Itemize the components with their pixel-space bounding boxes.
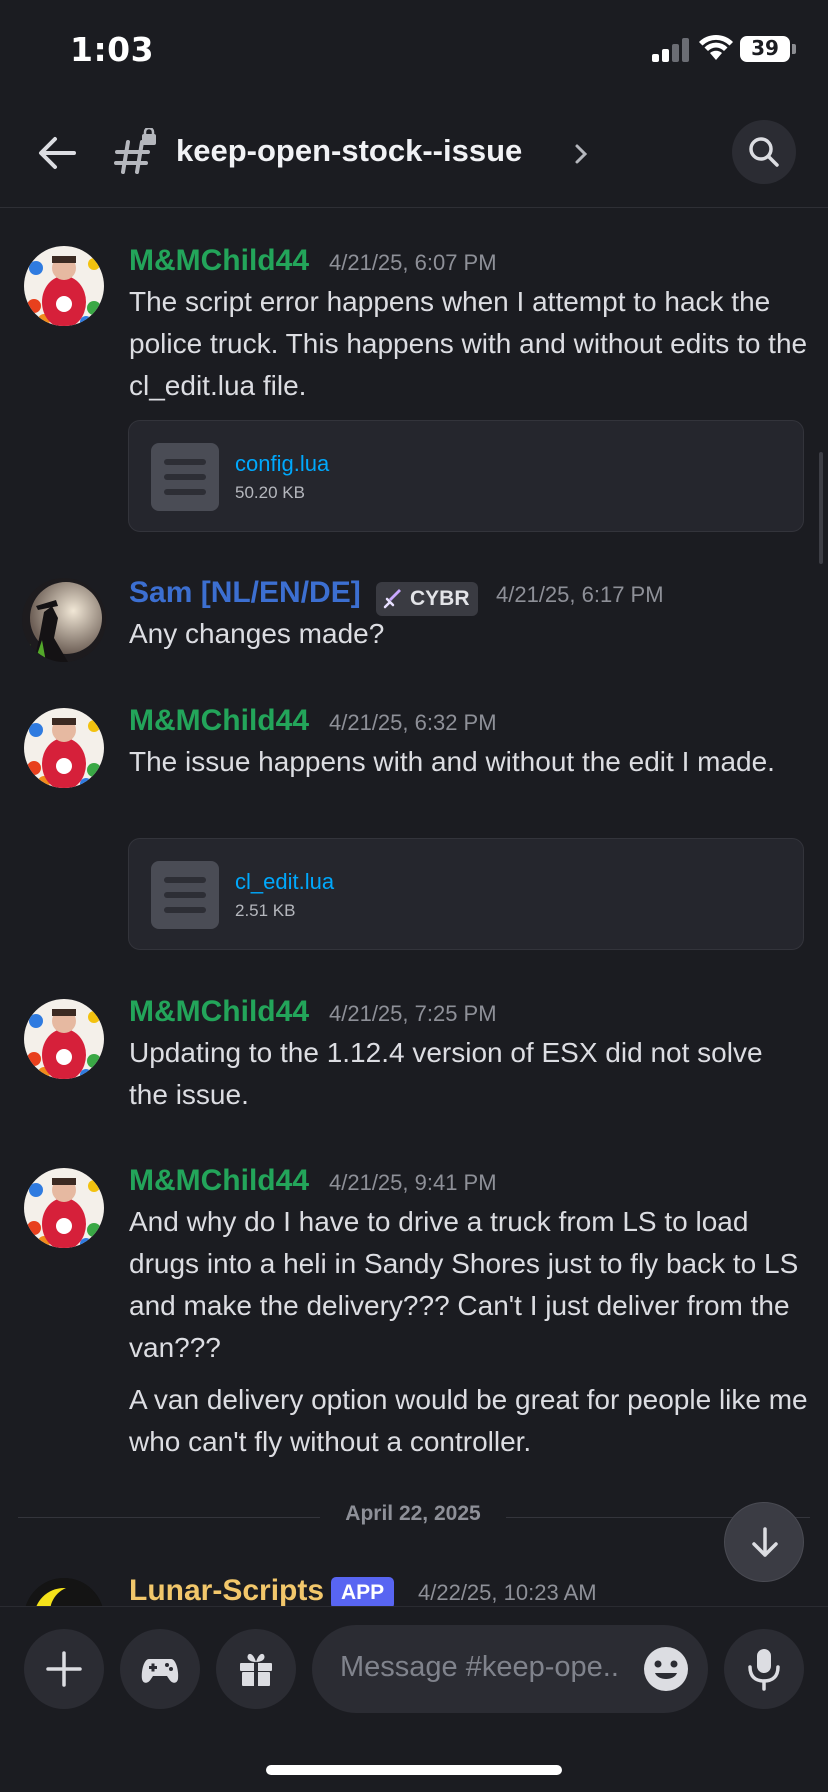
file-icon — [151, 861, 219, 929]
message: Lunar-Scripts 4/22/25, 10:23 AM — [0, 1572, 828, 1606]
plus-icon — [46, 1651, 82, 1687]
add-attachment-button[interactable] — [24, 1629, 104, 1709]
gamepad-icon — [141, 1659, 179, 1683]
voice-message-button[interactable] — [724, 1629, 804, 1709]
chevron-right-icon[interactable] — [572, 142, 590, 166]
message-text: Any changes made? — [129, 618, 385, 649]
message-timestamp: 4/21/25, 6:17 PM — [496, 582, 664, 607]
jump-to-present-button[interactable] — [724, 1502, 804, 1582]
avatar[interactable] — [24, 1168, 104, 1248]
message-author[interactable]: M&MChild44 — [129, 244, 309, 278]
message-text-continued: A van delivery option would be great for… — [129, 1384, 808, 1457]
file-attachment[interactable]: cl_edit.lua 2.51 KB — [128, 838, 804, 950]
message-author[interactable]: M&MChild44 — [129, 704, 309, 738]
avatar[interactable] — [24, 1578, 104, 1606]
attachment-size: 50.20 KB — [235, 483, 305, 502]
battery-icon: 39 — [740, 36, 790, 62]
back-arrow-icon[interactable] — [34, 130, 80, 176]
role-badge[interactable]: CYBR — [376, 582, 478, 616]
search-icon — [749, 137, 779, 167]
microphone-icon — [748, 1649, 780, 1691]
sword-icon — [383, 589, 401, 609]
status-time: 1:03 — [70, 30, 155, 69]
message-composer: Message #keep-ope.. — [0, 1606, 828, 1792]
scrollbar[interactable] — [819, 452, 823, 564]
arrow-down-icon — [752, 1527, 778, 1557]
avatar[interactable] — [24, 999, 104, 1079]
status-bar: 1:03 39 — [0, 0, 828, 100]
message-input[interactable]: Message #keep-ope.. — [312, 1625, 708, 1713]
message-author[interactable]: M&MChild44 — [129, 1164, 309, 1198]
avatar[interactable] — [22, 578, 106, 662]
gift-button[interactable] — [216, 1629, 296, 1709]
attachment-filename[interactable]: cl_edit.lua — [235, 869, 334, 895]
gift-icon — [240, 1653, 272, 1686]
message-text: And why do I have to drive a truck from … — [129, 1206, 799, 1363]
attachment-size: 2.51 KB — [235, 901, 296, 920]
emoji-icon[interactable] — [642, 1645, 690, 1693]
message-text: The script error happens when I attempt … — [129, 286, 808, 401]
search-button[interactable] — [732, 120, 796, 184]
battery-level: 39 — [751, 36, 779, 60]
message-author[interactable]: Lunar-Scripts — [129, 1574, 324, 1606]
message-author[interactable]: M&MChild44 — [129, 995, 309, 1029]
wifi-icon — [699, 34, 733, 60]
activities-button[interactable] — [120, 1629, 200, 1709]
role-badge-label: CYBR — [410, 587, 470, 610]
home-indicator — [266, 1765, 562, 1775]
date-divider: April 22, 2025 — [320, 1502, 506, 1526]
message-text: The issue happens with and without the e… — [129, 746, 775, 777]
avatar[interactable] — [24, 708, 104, 788]
channel-header: keep-open-stock--issue — [0, 100, 828, 208]
file-attachment[interactable]: config.lua 50.20 KB — [128, 420, 804, 532]
app-badge: APP — [331, 1577, 395, 1609]
message-text: Updating to the 1.12.4 version of ESX di… — [129, 1037, 763, 1110]
file-icon — [151, 443, 219, 511]
channel-name[interactable]: keep-open-stock--issue — [176, 133, 522, 169]
message-author[interactable]: Sam [NL/EN/DE] — [129, 576, 361, 610]
message-timestamp: 4/21/25, 6:07 PM — [329, 250, 497, 275]
thread-lock-channel-icon — [114, 128, 156, 174]
message-timestamp: 4/21/25, 9:41 PM — [329, 1170, 497, 1195]
cellular-signal-icon — [652, 38, 690, 62]
attachment-filename[interactable]: config.lua — [235, 451, 329, 477]
message-input-placeholder: Message #keep-ope.. — [340, 1651, 619, 1683]
message-timestamp: 4/21/25, 7:25 PM — [329, 1001, 497, 1026]
message-timestamp: 4/21/25, 6:32 PM — [329, 710, 497, 735]
avatar[interactable] — [24, 246, 104, 326]
message-timestamp: 4/22/25, 10:23 AM — [418, 1580, 597, 1605]
